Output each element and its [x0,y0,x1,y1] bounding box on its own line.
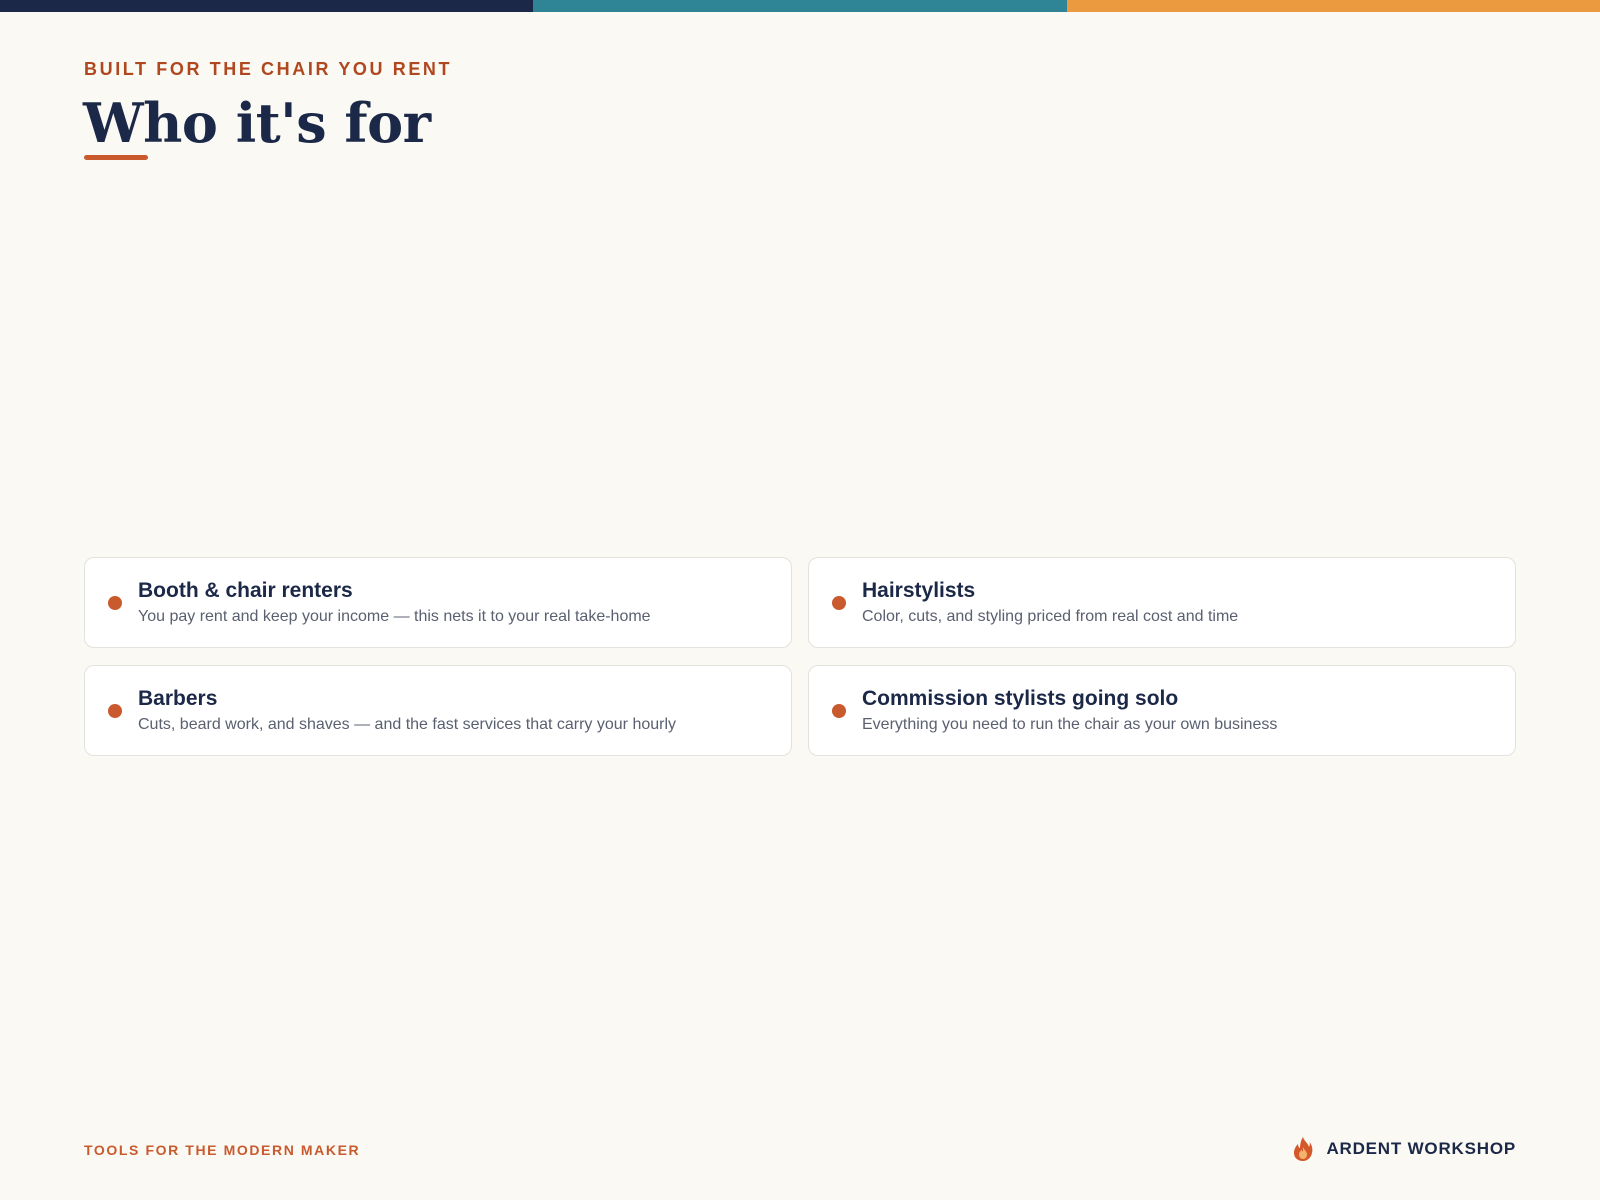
eyebrow-label: BUILT FOR THE CHAIR YOU RENT [84,59,453,79]
footer-tagline: TOOLS FOR THE MODERN MAKER [84,1142,361,1158]
top-bar-teal-segment [533,0,1067,12]
flame-icon [1294,1137,1313,1161]
audience-card-hairstylists: Hairstylists Color, cuts, and styling pr… [808,557,1516,648]
brand-name: ARDENT WORKSHOP [1326,1139,1516,1158]
bullet-dot-icon [832,703,846,718]
footer-brand: ARDENT WORKSHOP [1292,1136,1516,1162]
audience-card-commission-stylists: Commission stylists going solo Everythin… [808,665,1516,756]
card-description: You pay rent and keep your income — this… [138,608,651,625]
audience-card-barbers: Barbers Cuts, beard work, and shaves — a… [84,665,792,756]
top-bar-navy-segment [0,0,534,12]
card-title: Commission stylists going solo [862,687,1179,710]
audience-cards: Booth & chair renters You pay rent and k… [84,557,1516,756]
page-title: Who it's for [83,91,431,155]
card-description: Everything you need to run the chair as … [862,716,1278,733]
card-description: Cuts, beard work, and shaves — and the f… [138,716,677,733]
bullet-dot-icon [108,595,122,610]
title-underline [84,155,148,160]
top-color-bar [0,0,1600,12]
card-description: Color, cuts, and styling priced from rea… [862,608,1239,625]
slide: BUILT FOR THE CHAIR YOU RENT Who it's fo… [0,0,1600,1200]
bullet-dot-icon [108,703,122,718]
top-bar-orange-segment [1066,0,1600,12]
card-title: Hairstylists [862,579,976,602]
audience-card-booth-renters: Booth & chair renters You pay rent and k… [84,557,792,648]
card-title: Booth & chair renters [138,579,353,602]
bullet-dot-icon [832,595,846,610]
card-title: Barbers [138,687,218,710]
